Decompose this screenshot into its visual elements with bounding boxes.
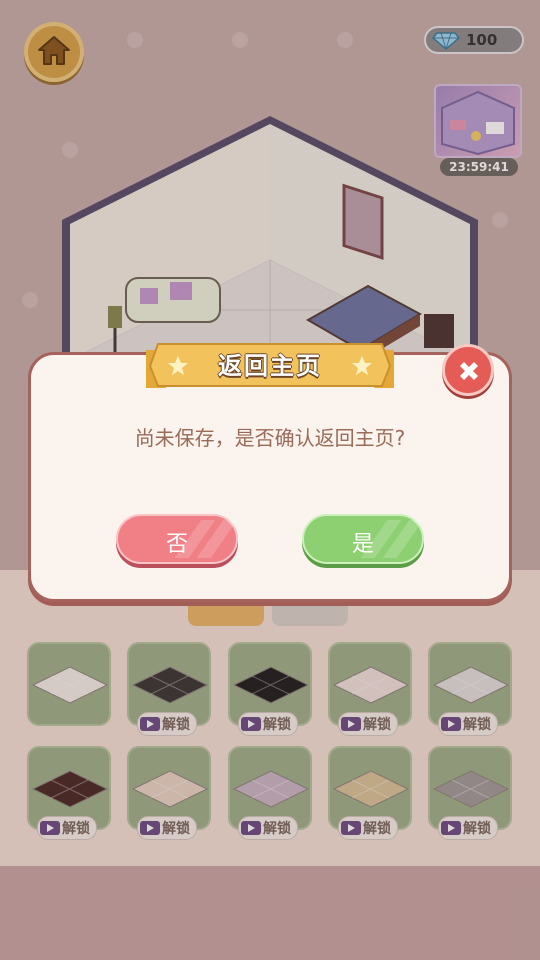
video-ad-icon bbox=[241, 717, 261, 731]
unlock-label: 解锁 bbox=[162, 821, 190, 837]
unlock-label: 解锁 bbox=[363, 717, 391, 733]
dialog-title: 返回主页 bbox=[218, 352, 322, 380]
tile-swatch bbox=[31, 770, 109, 808]
room-scene bbox=[62, 116, 478, 370]
floor-tile-item[interactable]: 解锁 bbox=[328, 642, 412, 736]
tile-swatch bbox=[332, 770, 410, 808]
tile-swatch bbox=[432, 770, 510, 808]
no-button-label: 否 bbox=[165, 532, 188, 557]
unlock-label: 解锁 bbox=[463, 717, 491, 733]
unlock-button[interactable]: 解锁 bbox=[338, 712, 398, 736]
unlock-label: 解锁 bbox=[162, 717, 190, 733]
tile-swatch bbox=[232, 770, 310, 808]
floor-tile-item[interactable]: 解锁 bbox=[27, 746, 111, 840]
unlock-label: 解锁 bbox=[463, 821, 491, 837]
video-ad-icon bbox=[140, 717, 160, 731]
tile-swatch bbox=[31, 666, 109, 704]
unlock-button[interactable]: 解锁 bbox=[438, 712, 498, 736]
dialog-message: 尚未保存，是否确认返回主页? bbox=[134, 426, 406, 450]
close-button[interactable] bbox=[442, 344, 494, 396]
gem-count: 100 bbox=[466, 31, 498, 49]
unlock-button[interactable]: 解锁 bbox=[338, 816, 398, 840]
unlock-button[interactable]: 解锁 bbox=[438, 816, 498, 840]
unlock-label: 解锁 bbox=[263, 821, 291, 837]
video-ad-icon bbox=[40, 821, 60, 835]
floor-tile-item[interactable]: 解锁 bbox=[228, 746, 312, 840]
close-icon bbox=[460, 362, 478, 380]
no-button[interactable]: 否 bbox=[116, 514, 238, 564]
tile-swatch bbox=[432, 666, 510, 704]
floor-tile-item[interactable]: 解锁 bbox=[127, 642, 211, 736]
unlock-label: 解锁 bbox=[363, 821, 391, 837]
video-ad-icon bbox=[140, 821, 160, 835]
nightstand-icon bbox=[424, 314, 454, 348]
tile-swatch bbox=[232, 666, 310, 704]
tile-swatch bbox=[131, 770, 209, 808]
window-icon bbox=[342, 183, 384, 260]
unlock-button[interactable]: 解锁 bbox=[238, 816, 298, 840]
floor-tile-item[interactable]: 解锁 bbox=[428, 746, 512, 840]
yes-button[interactable]: 是 bbox=[302, 514, 424, 564]
tile-swatch bbox=[131, 666, 209, 704]
video-ad-icon bbox=[441, 821, 461, 835]
unlock-label: 解锁 bbox=[263, 717, 291, 733]
unlock-label: 解锁 bbox=[62, 821, 90, 837]
video-ad-icon bbox=[341, 821, 361, 835]
floor-tile-item[interactable]: 解锁 bbox=[428, 642, 512, 736]
floor-tile-item[interactable]: 解锁 bbox=[328, 746, 412, 840]
video-ad-icon bbox=[341, 717, 361, 731]
yes-button-label: 是 bbox=[351, 532, 374, 557]
unlock-button[interactable]: 解锁 bbox=[37, 816, 97, 840]
sofa-icon bbox=[125, 277, 221, 323]
tile-swatch bbox=[332, 666, 410, 704]
home-icon bbox=[38, 36, 70, 65]
diamond-icon bbox=[432, 32, 460, 50]
unlock-button[interactable]: 解锁 bbox=[137, 712, 197, 736]
floor-tile-item[interactable]: 解锁 bbox=[127, 746, 211, 840]
dialog-title-ribbon: 返回主页 bbox=[146, 340, 394, 392]
gem-counter[interactable]: 100 bbox=[424, 26, 524, 54]
unlock-button[interactable]: 解锁 bbox=[137, 816, 197, 840]
floor-tile-item[interactable]: 解锁 bbox=[228, 642, 312, 736]
video-ad-icon bbox=[441, 717, 461, 731]
video-ad-icon bbox=[241, 821, 261, 835]
unlock-button[interactable]: 解锁 bbox=[238, 712, 298, 736]
floor-tile-item[interactable] bbox=[27, 642, 111, 726]
home-button[interactable] bbox=[24, 22, 84, 82]
bottom-bar bbox=[0, 866, 540, 960]
